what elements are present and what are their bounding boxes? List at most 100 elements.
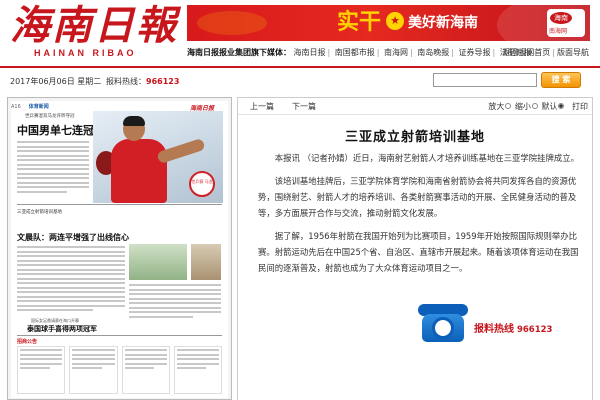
article-title: 三亚成立射箭培训基地: [344, 130, 485, 145]
text-line: [20, 358, 63, 360]
next-article-link[interactable]: 下一篇: [292, 98, 316, 115]
text-line: [124, 358, 167, 360]
text-line: [72, 367, 102, 369]
football-story-body: [17, 246, 125, 314]
text-line: [17, 181, 89, 184]
text-line: [17, 264, 125, 266]
player-shape: [111, 139, 167, 203]
archery-story-block[interactable]: 三亚成立射箭培训基地: [17, 204, 222, 230]
nav-separator: |: [376, 48, 380, 57]
text-line: [72, 353, 115, 356]
banner-badge-text: 南海网: [549, 28, 568, 35]
text-line: [20, 362, 63, 365]
football-story-headline: 文晨队：两连平增强了出线信心: [17, 232, 129, 242]
text-line: [129, 293, 221, 295]
article-paragraph: 该培训基地挂牌后，三亚学院体育学院和海南省射箭协会将共同发挥各自的资源优势，围绕…: [258, 176, 577, 218]
nav-link-nanguo-dushibao[interactable]: 南国都市报: [335, 48, 375, 57]
search-button[interactable]: 搜 索: [541, 72, 581, 88]
article-paragraph: 本报讯 （记者孙婧）近日，海南射艺射箭人才培养训练基地在三亚学院挂牌成立。: [274, 153, 579, 163]
text-line: [17, 186, 89, 188]
nav-separator: |: [410, 48, 413, 57]
classified-ads-block[interactable]: 招商公告: [17, 335, 222, 395]
top-banner-ad[interactable]: 实干 ★ 美好新海南 海南 南海网: [187, 5, 590, 41]
nav-separator: |: [492, 48, 496, 57]
font-default-radio[interactable]: [558, 103, 565, 109]
print-link[interactable]: 打印: [572, 102, 588, 111]
tip-hotline-banner-number: 966123: [516, 325, 553, 335]
text-line: [17, 177, 89, 179]
newspaper-page-thumbnail[interactable]: A16 体育新闻 海南日报 世乒赛混双马龙许昕夺冠 中国男单七连冠 世乒赛 马龙 …: [11, 101, 228, 398]
text-line: [72, 358, 115, 360]
text-line: [129, 302, 221, 304]
nav-link-nandao-wanbao[interactable]: 南岛晚报: [417, 48, 449, 57]
nav-link-nanhai-wang[interactable]: 南海网: [384, 48, 408, 57]
text-line: [17, 286, 125, 289]
page-navigation-link[interactable]: 版面导航: [557, 48, 589, 57]
golf-story-headline[interactable]: 泰国球手喜得两项冠军: [27, 324, 97, 334]
tip-hotline-banner[interactable]: 报料热线 966123: [418, 300, 588, 348]
text-line: [72, 349, 115, 351]
text-line: [17, 295, 125, 298]
nav-right-links: 返回报网首页 | 版面导航: [502, 46, 589, 60]
search-input[interactable]: [433, 73, 537, 87]
party-emblem-icon: ★: [386, 12, 404, 30]
font-shrink-radio[interactable]: [531, 103, 538, 109]
archery-story-title: 三亚成立射箭培训基地: [17, 210, 62, 215]
issue-date: 2017年06月06日 星期二: [10, 77, 102, 86]
font-size-controls: 放大 缩小 默认 打印: [488, 98, 588, 115]
lead-story-body[interactable]: [17, 141, 89, 199]
ad-column: [173, 346, 222, 394]
text-line: [124, 362, 167, 365]
text-line: [129, 311, 221, 313]
side-photo: [191, 244, 221, 280]
page-number: A16: [11, 104, 21, 110]
banner-badge: 海南 南海网: [547, 9, 585, 37]
lead-story-kicker[interactable]: 世乒赛混双马龙许昕夺冠: [25, 113, 75, 119]
lead-story-headline[interactable]: 中国男单七连冠: [17, 122, 94, 138]
font-enlarge-label: 放大: [488, 102, 505, 111]
media-nav: 海南日报报业集团旗下媒体： 海南日报 | 南国都市报 | 南海网 | 南岛晚报 | 证券…: [187, 46, 597, 60]
text-line: [124, 367, 155, 369]
text-line: [17, 190, 68, 193]
media-nav-lead: 海南日报报业集团旗下媒体：: [187, 48, 291, 57]
banner-slogan-a: 实干: [337, 9, 382, 35]
text-line: [176, 358, 219, 360]
banner-slogan-b: 美好新海南: [408, 14, 478, 30]
text-line: [20, 349, 63, 351]
text-line: [129, 315, 194, 318]
player-hair-shape: [123, 116, 145, 126]
text-line: [17, 150, 89, 152]
text-line: [129, 306, 221, 309]
date-bar: 2017年06月06日 星期二 报料热线：966123 搜 索: [0, 68, 600, 94]
text-line: [17, 250, 125, 253]
text-line: [17, 159, 89, 161]
football-story-block[interactable]: 文晨队：两连平增强了出线信心: [17, 232, 222, 322]
article-panel: 上一篇 下一篇 放大 缩小 默认 打印 三亚成立射箭培训基地 本报讯 （记者孙婧…: [237, 97, 593, 400]
nav-link-hainan-ribao[interactable]: 海南日报: [294, 48, 326, 57]
ad-column: [17, 346, 66, 394]
text-line: [17, 291, 125, 293]
hainan-ribao-logo[interactable]: 海南日報 HAINAN RIBAO: [10, 4, 176, 64]
logo-chinese: 海南日報: [10, 2, 178, 49]
page-header: 海南日報 HAINAN RIBAO 实干 ★ 美好新海南 海南 南海网 海南日报…: [0, 0, 600, 66]
classified-ads-columns: [17, 346, 222, 394]
text-line: [17, 246, 125, 248]
article-body: 本报讯 （记者孙婧）近日，海南射艺射箭人才培养训练基地在三亚学院挂牌成立。 该培…: [258, 150, 580, 283]
text-line: [17, 168, 89, 170]
logo-english: HAINAN RIBAO: [34, 48, 137, 58]
back-to-home-link[interactable]: 返回报网首页: [502, 48, 550, 57]
nav-link-zhengquan-daobao[interactable]: 证券导报: [459, 48, 491, 57]
newspaper-page-frame: A16 体育新闻 海南日报 世乒赛混双马龙许昕夺冠 中国男单七连冠 世乒赛 马龙 …: [7, 97, 232, 400]
lead-story-photo[interactable]: 世乒赛 马龙: [93, 111, 223, 203]
text-line: [17, 259, 125, 262]
article-paragraph: 据了解，1956年射箭在我国开始列为比赛项目，1959年开始按照国际规则举办比赛…: [258, 231, 579, 273]
previous-article-link[interactable]: 上一篇: [250, 98, 274, 115]
ad-column: [121, 346, 170, 394]
text-line: [20, 367, 50, 369]
classified-ads-title: 招商公告: [17, 339, 38, 345]
text-line: [129, 284, 221, 286]
banner-decoration: [197, 11, 267, 35]
phone-dial-shape: [432, 317, 454, 339]
photo-badge: 世乒赛 马龙: [189, 171, 215, 197]
font-enlarge-radio[interactable]: [505, 103, 512, 109]
